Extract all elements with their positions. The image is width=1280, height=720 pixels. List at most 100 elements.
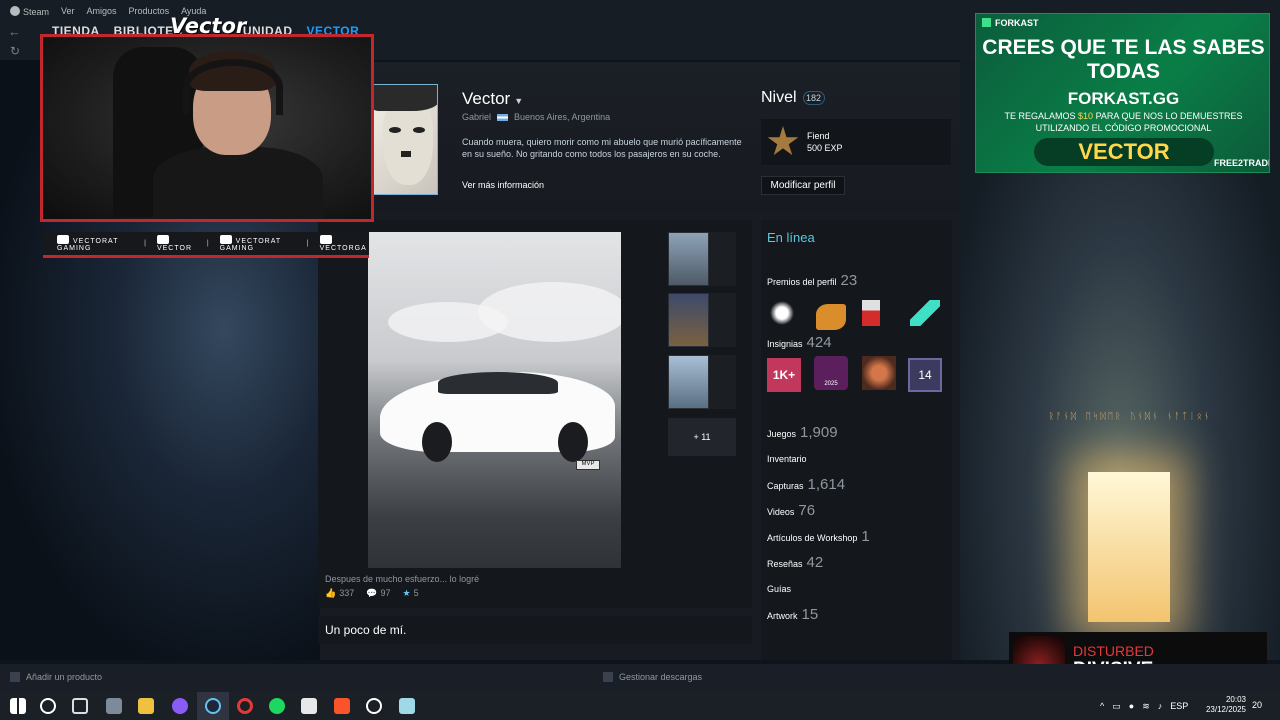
download-icon — [603, 672, 613, 682]
profile-name[interactable]: Vector ▼ — [462, 89, 523, 109]
profile-awards-link[interactable]: Premios del perfil 23 — [767, 272, 857, 289]
showcase-thumbnail-3[interactable] — [668, 355, 709, 409]
level-badge[interactable]: 182 — [802, 91, 825, 105]
showcase-thumbnail-1[interactable] — [668, 232, 709, 286]
taskbar-app-icon-3[interactable] — [301, 698, 317, 714]
inventory-link[interactable]: Inventario — [767, 454, 807, 464]
reviews-link[interactable]: Reseñas 42 — [767, 554, 823, 571]
award-wings-icon[interactable] — [767, 300, 797, 326]
menu-steam[interactable]: Steam — [10, 6, 49, 17]
twitch-icon — [156, 235, 169, 244]
taskbar-app-icon[interactable] — [106, 698, 122, 714]
file-explorer-icon[interactable] — [138, 698, 154, 714]
ad-brand: FORKAST — [982, 18, 1039, 28]
thumbs-up-icon: 👍 — [325, 588, 337, 598]
ad-partner: FREE2TRADE — [1214, 158, 1270, 168]
more-info-link[interactable]: Ver más información — [462, 180, 544, 190]
favorite-badge[interactable]: Fiend 500 EXP — [761, 119, 951, 165]
system-tray: ^ ▭ ● ≋ ♪ ESP — [1100, 701, 1188, 712]
plus-icon — [10, 672, 20, 682]
comment-icon: 💬 — [366, 588, 378, 598]
forkast-logo-icon — [982, 18, 991, 27]
notification-button[interactable]: 20 — [1252, 700, 1262, 710]
award-comet-icon[interactable] — [910, 300, 940, 326]
reload-icon[interactable]: ↻ — [10, 44, 20, 58]
task-view-icon[interactable] — [72, 698, 88, 714]
fav-badge-name: Fiend — [807, 131, 830, 141]
badge-14[interactable]: 14 — [908, 358, 942, 392]
brave-icon[interactable] — [334, 698, 350, 714]
awards-stat[interactable]: ★ 5 — [402, 588, 418, 599]
showcase-thumbnail-2[interactable] — [668, 293, 709, 347]
award-orange-icon[interactable] — [816, 304, 846, 330]
windows-start-icon[interactable] — [10, 698, 26, 714]
windows-taskbar — [0, 692, 1280, 720]
award-box-icon[interactable] — [862, 300, 880, 326]
ad-site: FORKAST.GG — [1067, 89, 1180, 108]
volume-icon[interactable]: ♪ — [1158, 701, 1163, 712]
add-product-button[interactable]: Añadir un producto — [10, 672, 102, 682]
fav-badge-xp: 500 EXP — [807, 143, 843, 153]
about-section-title: Un poco de mí. — [318, 616, 752, 644]
notepad-icon[interactable] — [399, 698, 415, 714]
taskbar-app-icon-2[interactable] — [172, 698, 188, 714]
keyboard-language[interactable]: ESP — [1170, 701, 1188, 712]
headphones-icon — [183, 59, 283, 115]
network-icon[interactable]: ▭ — [1112, 701, 1121, 712]
badge-2025[interactable]: 2025 — [814, 356, 848, 390]
artwork-link[interactable]: Artwork 15 — [767, 606, 818, 623]
screenshots-link[interactable]: Capturas 1,614 — [767, 476, 845, 493]
chevron-up-icon[interactable]: ^ — [1100, 701, 1104, 712]
twitter-handle: VECTORAT GAMING — [219, 235, 297, 252]
ad-headline: CREES QUE TE LAS SABES TODAS — [982, 36, 1265, 83]
online-status: En línea — [767, 230, 815, 245]
clock-date: 23/12/2025 — [1205, 705, 1246, 714]
edit-profile-button[interactable]: Modificar perfil — [761, 176, 845, 195]
desktop: ᚱᚨᚾᛞ ᛖᛋᛞᛖᚱ ᚢᚾᛞᚾ ᚾᚨᛏᛁᛟᚾ Steam Ver Amigos … — [0, 0, 1280, 720]
youtube-handle: VECTORAT GAMING — [57, 235, 134, 252]
car-plate: MVP — [576, 460, 600, 470]
badges-link[interactable]: Insignias 424 — [767, 334, 832, 351]
youtube-icon — [57, 235, 69, 244]
avatar[interactable] — [372, 84, 438, 195]
menu-amigos[interactable]: Amigos — [87, 6, 117, 17]
wifi-icon[interactable]: ≋ — [1142, 701, 1150, 712]
comments-stat[interactable]: 💬 97 — [366, 588, 390, 599]
steam-logo-icon — [10, 6, 20, 16]
background-runes: ᚱᚨᚾᛞ ᛖᛋᛞᛖᚱ ᚢᚾᛞᚾ ᚾᚨᛏᛁᛟᚾ — [1048, 412, 1212, 422]
more-screenshots-button[interactable]: + 11 — [668, 418, 736, 456]
badge-gift[interactable] — [862, 356, 896, 390]
chevron-down-icon: ▼ — [514, 96, 524, 106]
games-link[interactable]: Juegos 1,909 — [767, 424, 838, 441]
workshop-link[interactable]: Artículos de Workshop 1 — [767, 528, 870, 545]
social-bar: VECTORAT GAMING | VECTOR | VECTORAT GAMI… — [43, 232, 369, 258]
menu-ver[interactable]: Ver — [61, 6, 75, 17]
instagram-handle: VECTORGA — [319, 235, 369, 252]
likes-stat[interactable]: 👍 337 — [325, 588, 354, 599]
profile-level: Nivel 182 — [761, 89, 825, 107]
level-label: Nivel — [761, 89, 797, 106]
obs-icon[interactable] — [366, 698, 382, 714]
spotify-icon[interactable] — [269, 698, 285, 714]
search-icon[interactable] — [40, 698, 56, 714]
back-arrow-icon[interactable]: ← — [8, 24, 21, 39]
showcase-main-screenshot[interactable]: MVP — [368, 232, 621, 568]
award-icon: ★ — [402, 588, 411, 598]
menu-productos[interactable]: Productos — [129, 6, 170, 17]
ad-subtext: TE REGALAMOS $10 PARA QUE NOS LO DEMUEST… — [1004, 111, 1243, 133]
opera-gx-icon[interactable] — [237, 698, 253, 714]
videos-link[interactable]: Videos 76 — [767, 502, 815, 519]
twitter-icon — [219, 235, 232, 244]
steam-bottom-bar: Añadir un producto Gestionar descargas — [0, 664, 1280, 692]
mic-icon[interactable]: ● — [1129, 701, 1134, 712]
stream-logo: Vector — [170, 14, 247, 38]
steam-taskbar-icon[interactable] — [205, 698, 221, 714]
instagram-icon — [319, 235, 332, 244]
forkast-ad: FORKAST CREES QUE TE LAS SABES TODAS FOR… — [975, 13, 1270, 173]
ad-promo-code: VECTOR — [1034, 138, 1214, 166]
background-portal-light — [1088, 472, 1170, 622]
guides-link[interactable]: Guías — [767, 584, 791, 594]
badge-1k[interactable]: 1K+ — [767, 358, 801, 392]
manage-downloads-button[interactable]: Gestionar descargas — [603, 672, 702, 682]
taskbar-clock[interactable]: 20:03 23/12/2025 — [1200, 695, 1246, 715]
